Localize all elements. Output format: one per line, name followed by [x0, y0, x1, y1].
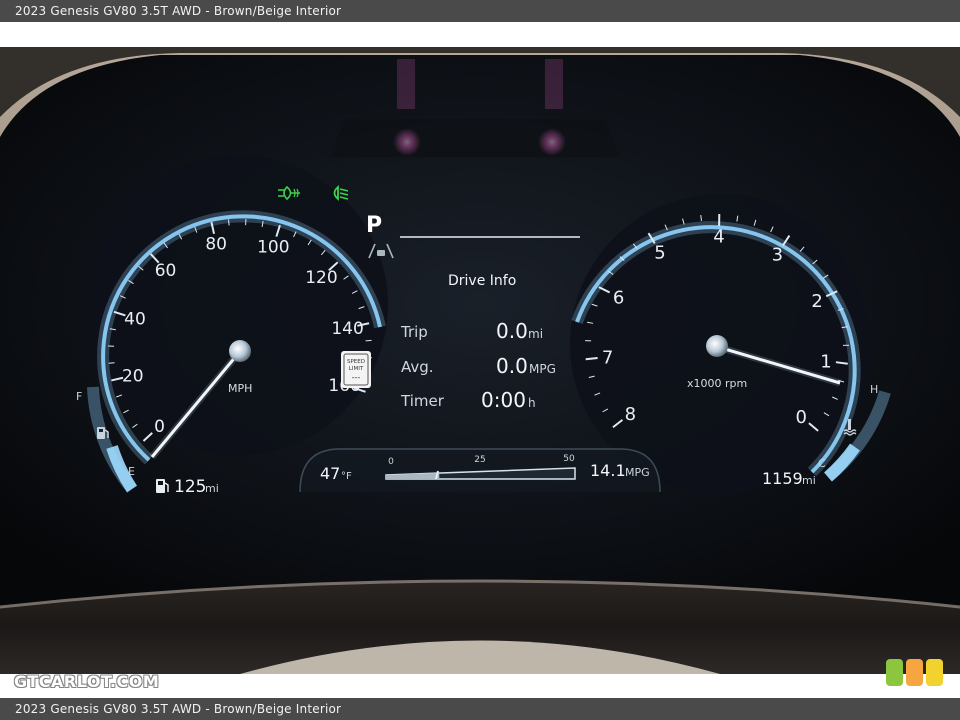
speed-limit-sign: SPEED LIMIT --- [341, 351, 371, 388]
timer-value: 0:00 [481, 388, 526, 412]
mpg-scale-mid: 25 [474, 455, 485, 465]
avg-value: 0.0 [496, 354, 528, 378]
avg-unit: MPG [529, 362, 556, 376]
rpm-tick-label: 5 [654, 242, 665, 263]
rpm-tick-label: 8 [625, 404, 636, 425]
speed-tick-label: 80 [205, 235, 227, 255]
speed-tick-label: 100 [257, 237, 289, 257]
trip-unit: mi [528, 327, 543, 341]
avg-label: Avg. [401, 358, 434, 376]
speed-tick-label: 20 [122, 367, 144, 387]
speed-tick-label: 140 [331, 319, 363, 339]
fuel-range-value: 125 [174, 477, 206, 497]
fuel-empty-label: E [128, 465, 135, 478]
odometer-value: 1159 [762, 469, 803, 488]
caption-text: 2023 Genesis GV80 3.5T AWD - Brown/Beige… [15, 4, 342, 18]
rpm-tick-label: 6 [613, 287, 624, 308]
odometer-unit: mi [802, 474, 816, 487]
fuel-full-label: F [76, 390, 82, 403]
gtcarlot-watermark: GTCARLOT.COM [14, 672, 160, 691]
logo-square-yellow [926, 659, 943, 686]
speed-tick-label: 60 [155, 261, 177, 281]
rpm-tick-label: 4 [713, 226, 724, 247]
top-caption-bar: 2023 Genesis GV80 3.5T AWD - Brown/Beige… [0, 0, 960, 22]
bottom-caption-bar: 2023 Genesis GV80 3.5T AWD - Brown/Beige… [0, 698, 960, 720]
rpm-tick-major-tick [585, 357, 598, 361]
caption-text-bottom: 2023 Genesis GV80 3.5T AWD - Brown/Beige… [15, 702, 342, 716]
logo-square-orange [906, 659, 923, 686]
gear-indicator: P [366, 213, 382, 238]
rpm-tick-label: 7 [602, 348, 613, 369]
rpm-tick-label: 0 [796, 407, 807, 428]
speed-limit-line2: LIMIT [349, 366, 364, 372]
rpm-tick-label: 2 [811, 291, 822, 312]
speed-tick-label: 40 [124, 310, 146, 330]
timer-unit: h [528, 396, 536, 410]
trip-value: 0.0 [496, 319, 528, 343]
outside-temp-value: 47 [320, 464, 340, 483]
logo-square-green [886, 659, 903, 686]
temp-hot-label: H [870, 383, 878, 396]
outside-temp-unit: °F [341, 471, 352, 482]
speed-limit-line3: --- [352, 373, 361, 382]
bottom-info-strip: 47 °F 0 25 50 14.1 MPG [299, 448, 661, 493]
instrument-cluster-photo: 020406080100120140160 F E MPH 125 mi [0, 47, 960, 674]
speed-limit-line1: SPEED [347, 359, 365, 365]
drive-info-title: Drive Info [448, 273, 516, 289]
fuel-range-unit: mi [205, 482, 219, 495]
mpg-scale-min: 0 [388, 457, 394, 467]
speed-unit: MPH [228, 382, 252, 395]
timer-label: Timer [400, 392, 445, 410]
speed-tick-minor-tick [228, 219, 230, 226]
speed-tick-label: 120 [305, 268, 337, 288]
mpg-scale-max: 50 [563, 454, 575, 464]
speed-tick-label: 0 [154, 417, 165, 437]
speed-tick-minor-tick [108, 362, 115, 364]
trip-label: Trip [400, 323, 428, 341]
mpg-unit: MPG [625, 466, 650, 479]
rpm-tick-label: 3 [772, 244, 783, 265]
temp-cold-label: C [818, 457, 826, 470]
mpg-value: 14.1 [590, 461, 626, 480]
rpm-tick-label: 1 [820, 351, 831, 372]
rpm-unit: x1000 rpm [687, 377, 747, 390]
